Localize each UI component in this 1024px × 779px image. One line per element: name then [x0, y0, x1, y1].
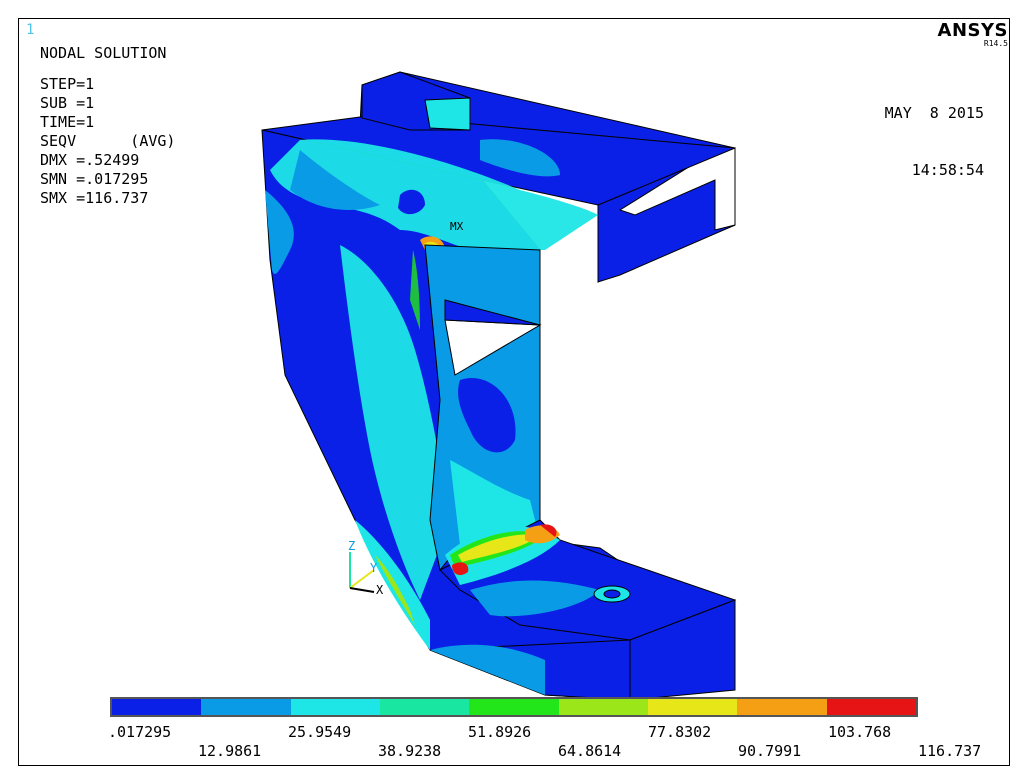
- legend-band-1: [112, 699, 202, 715]
- legend-tick-top: 77.8302: [648, 723, 712, 741]
- legend-band-3: [290, 699, 380, 715]
- legend-tick-top: 103.768: [828, 723, 892, 741]
- legend-band-7: [647, 699, 738, 715]
- legend-band-5: [469, 699, 559, 715]
- axis-triad: Z Y X: [348, 540, 384, 597]
- legend-tick-top: 25.9549: [288, 723, 352, 741]
- legend-tick-bottom: 12.9861: [198, 742, 262, 760]
- legend-tick-bottom: 90.7991: [738, 742, 802, 760]
- triad-y-label: Y: [370, 561, 378, 575]
- legend-band-9: [826, 699, 916, 715]
- legend-tick-top: 51.8926: [468, 723, 532, 741]
- legend-band-4: [379, 699, 470, 715]
- triad-x-label: X: [376, 583, 384, 597]
- contour-legend-bar: [110, 697, 918, 717]
- legend-band-2: [201, 699, 291, 715]
- legend-tick-bottom: 64.8614: [558, 742, 622, 760]
- legend-band-6: [558, 699, 648, 715]
- legend-tick-top: .017295: [108, 723, 172, 741]
- max-marker-label: MX: [450, 220, 464, 233]
- contour-model[interactable]: [0, 0, 1024, 779]
- triad-z-label: Z: [348, 540, 355, 553]
- legend-tick-bottom: 38.9238: [378, 742, 442, 760]
- legend-band-8: [737, 699, 827, 715]
- legend-tick-bottom: 116.737: [918, 742, 982, 760]
